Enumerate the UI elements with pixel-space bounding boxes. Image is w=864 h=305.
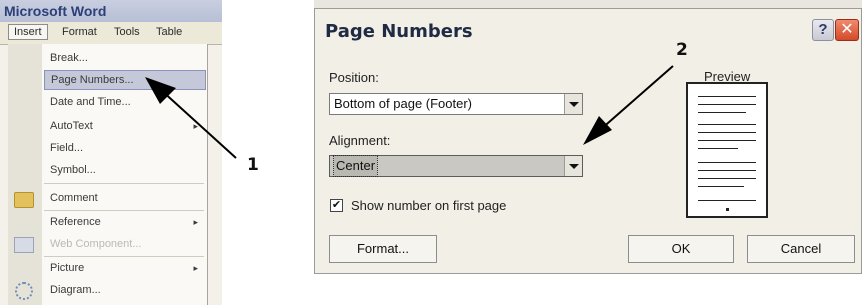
callout-label-1: 1 xyxy=(247,155,259,175)
arrowhead-2 xyxy=(583,116,612,145)
callout-arrows xyxy=(145,65,674,159)
callout-label-2: 2 xyxy=(676,40,688,60)
